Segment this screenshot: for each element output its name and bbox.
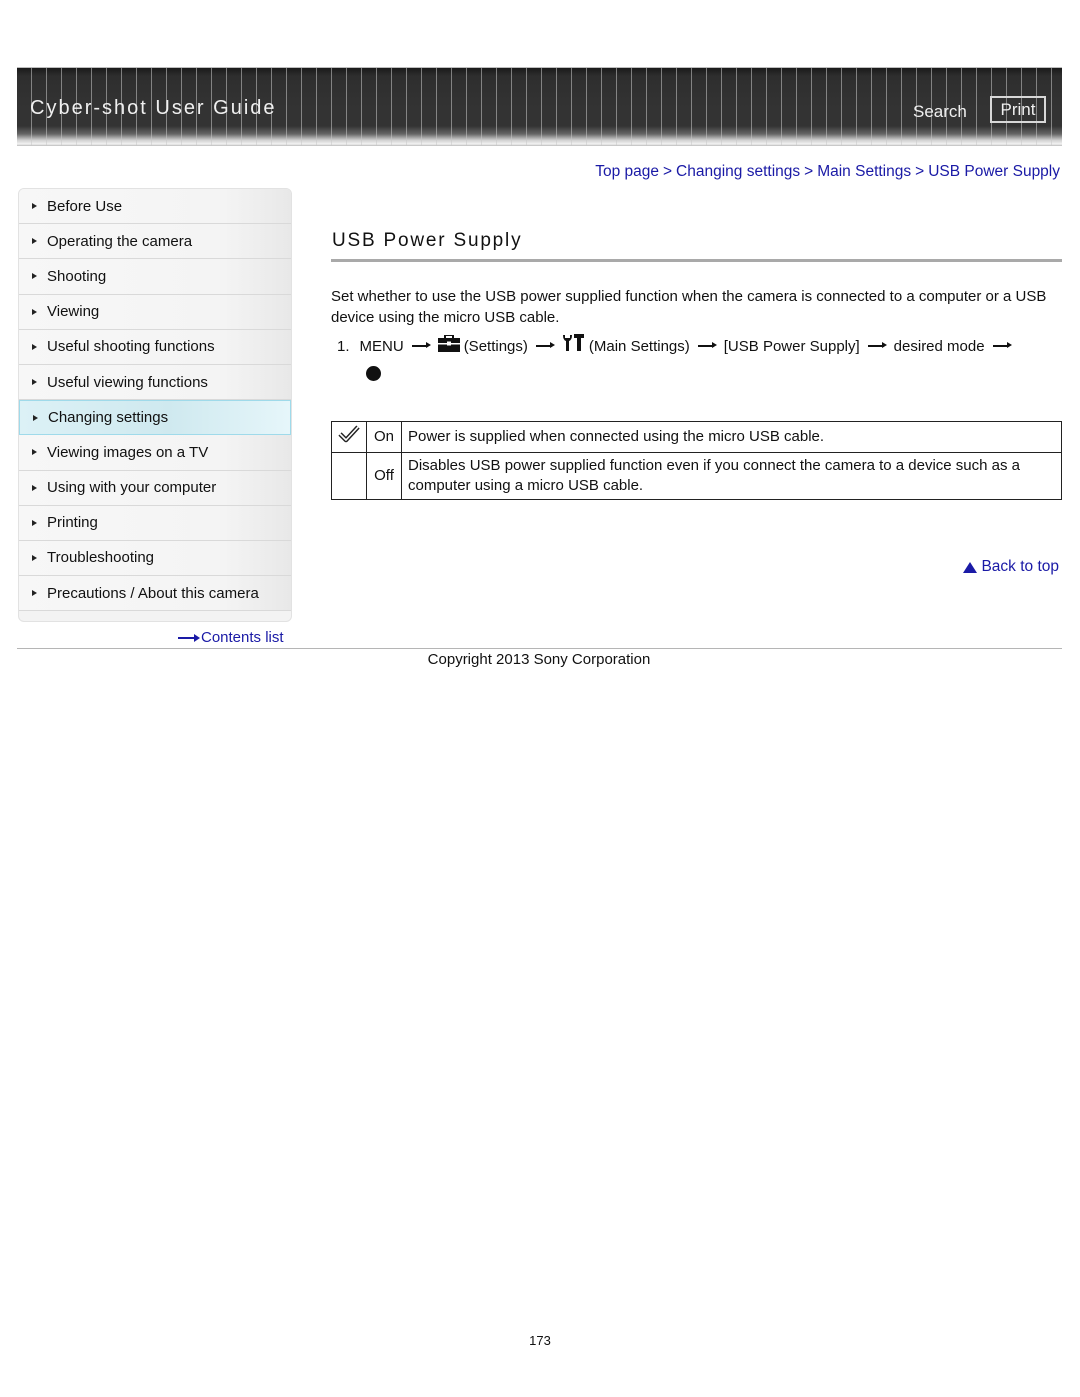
usb-power-supply-label: [USB Power Supply] <box>723 337 860 355</box>
mode-name: On <box>366 421 402 453</box>
sidebar-item-viewing-images-on-a-tv[interactable]: Viewing images on a TV <box>19 435 291 471</box>
sidebar-item-label: Viewing <box>47 303 100 321</box>
breadcrumb: Top page > Changing settings > Main Settings… <box>595 163 1060 181</box>
sidebar-item-useful-shooting-functions[interactable]: Useful shooting functions <box>19 329 291 365</box>
arrow-right-icon <box>32 379 37 386</box>
title-divider <box>331 259 1062 262</box>
sidebar-item-label: Before Use <box>47 197 123 215</box>
contents-list-label: Contents list <box>201 629 284 646</box>
sidebar-item-changing-settings[interactable]: Changing settings <box>19 400 291 436</box>
sidebar-item-label: Useful shooting functions <box>47 338 215 356</box>
mode-description: Disables USB power supplied function eve… <box>401 452 1062 500</box>
checkmark-default-icon <box>338 425 360 443</box>
table-row: Off Disables USB power supplied function… <box>331 452 1062 500</box>
settings-label: (Settings) <box>463 337 528 355</box>
print-button[interactable]: Print <box>990 96 1046 123</box>
sidebar-item-label: Operating the camera <box>47 232 193 250</box>
arrow-right-icon <box>992 343 1012 348</box>
sidebar-item-useful-viewing-functions[interactable]: Useful viewing functions <box>19 364 291 401</box>
breadcrumb-usb-power-supply[interactable]: USB Power Supply <box>928 163 1060 180</box>
back-to-top-label: Back to top <box>981 558 1059 575</box>
search-button[interactable]: Search <box>913 102 967 122</box>
breadcrumb-top-page[interactable]: Top page <box>595 163 659 180</box>
sidebar-item-shooting[interactable]: Shooting <box>19 259 291 295</box>
sidebar-item-label: Printing <box>47 514 98 532</box>
breadcrumb-separator: > <box>662 163 673 180</box>
triangle-up-icon <box>963 561 978 573</box>
wrench-main-settings-icon <box>562 334 584 351</box>
arrow-right-icon <box>535 343 555 348</box>
arrow-right-icon <box>697 343 717 348</box>
page-title: USB Power Supply <box>332 230 523 251</box>
sidebar-item-label: Troubleshooting <box>47 549 155 567</box>
sidebar-item-using-with-your-computer[interactable]: Using with your computer <box>19 470 291 506</box>
breadcrumb-main-settings[interactable]: Main Settings <box>817 163 911 180</box>
copyright: Copyright 2013 Sony Corporation <box>427 651 651 668</box>
sidebar-item-operating-the-camera[interactable]: Operating the camera <box>19 224 291 260</box>
sidebar-item-label: Precautions / About this camera <box>47 584 259 602</box>
sidebar-item-label: Shooting <box>47 267 107 285</box>
toolbox-settings-icon <box>437 334 460 352</box>
sidebar-item-label: Using with your computer <box>47 479 217 497</box>
ok-button-icon <box>366 366 381 381</box>
footer-divider <box>17 648 1062 649</box>
guide-title: Cyber-shot User Guide <box>30 97 277 119</box>
arrow-right-icon <box>33 414 38 421</box>
page-number: 173 <box>529 1333 551 1348</box>
arrow-right-icon <box>32 308 37 315</box>
intro-text: Set whether to use the USB power supplie… <box>331 288 1047 326</box>
arrow-right-icon <box>411 343 431 348</box>
desired-mode-label: desired mode <box>893 337 985 355</box>
main-settings-label: (Main Settings) <box>588 337 690 355</box>
arrow-right-icon <box>32 238 37 245</box>
back-to-top-link[interactable]: Back to top <box>963 558 1059 576</box>
arrow-right-icon <box>32 343 37 350</box>
arrow-right-icon <box>32 519 37 526</box>
breadcrumb-changing-settings[interactable]: Changing settings <box>676 163 800 180</box>
sidebar-item-printing[interactable]: Printing <box>19 505 291 541</box>
sidebar-nav: Before Use Operating the camera Shooting… <box>18 188 292 622</box>
breadcrumb-separator: > <box>915 163 925 180</box>
menu-label: MENU <box>359 337 404 355</box>
contents-list-link[interactable]: Contents list <box>178 629 284 646</box>
arrow-right-icon <box>32 554 37 561</box>
table-row: On Power is supplied when connected usin… <box>331 421 1062 453</box>
arrow-right-icon <box>32 273 37 280</box>
arrow-right-icon <box>32 449 37 456</box>
default-marker-cell <box>331 452 367 500</box>
sidebar-item-label: Viewing images on a TV <box>47 443 209 461</box>
arrow-right-icon <box>178 634 200 642</box>
menu-step: 1. MENU (Settings) (Main Settings) [USB … <box>337 334 1019 355</box>
arrow-right-icon <box>32 590 37 597</box>
default-marker-cell <box>331 421 367 453</box>
sidebar-item-before-use[interactable]: Before Use <box>19 189 291 225</box>
sidebar-item-label: Changing settings <box>48 409 169 427</box>
sidebar-item-viewing[interactable]: Viewing <box>19 294 291 330</box>
arrow-right-icon <box>867 343 887 348</box>
sidebar-item-precautions[interactable]: Precautions / About this camera <box>19 576 291 612</box>
sidebar-item-troubleshooting[interactable]: Troubleshooting <box>19 540 291 577</box>
mode-table: On Power is supplied when connected usin… <box>331 421 1062 500</box>
breadcrumb-separator: > <box>804 163 814 180</box>
mode-description: Power is supplied when connected using t… <box>401 421 1062 453</box>
sidebar-item-label: Useful viewing functions <box>47 373 208 391</box>
mode-name: Off <box>366 452 402 500</box>
step-number: 1. <box>337 337 350 355</box>
arrow-right-icon <box>32 203 37 210</box>
header-banner: Cyber-shot User Guide Search Print <box>17 67 1062 146</box>
arrow-right-icon <box>32 484 37 491</box>
